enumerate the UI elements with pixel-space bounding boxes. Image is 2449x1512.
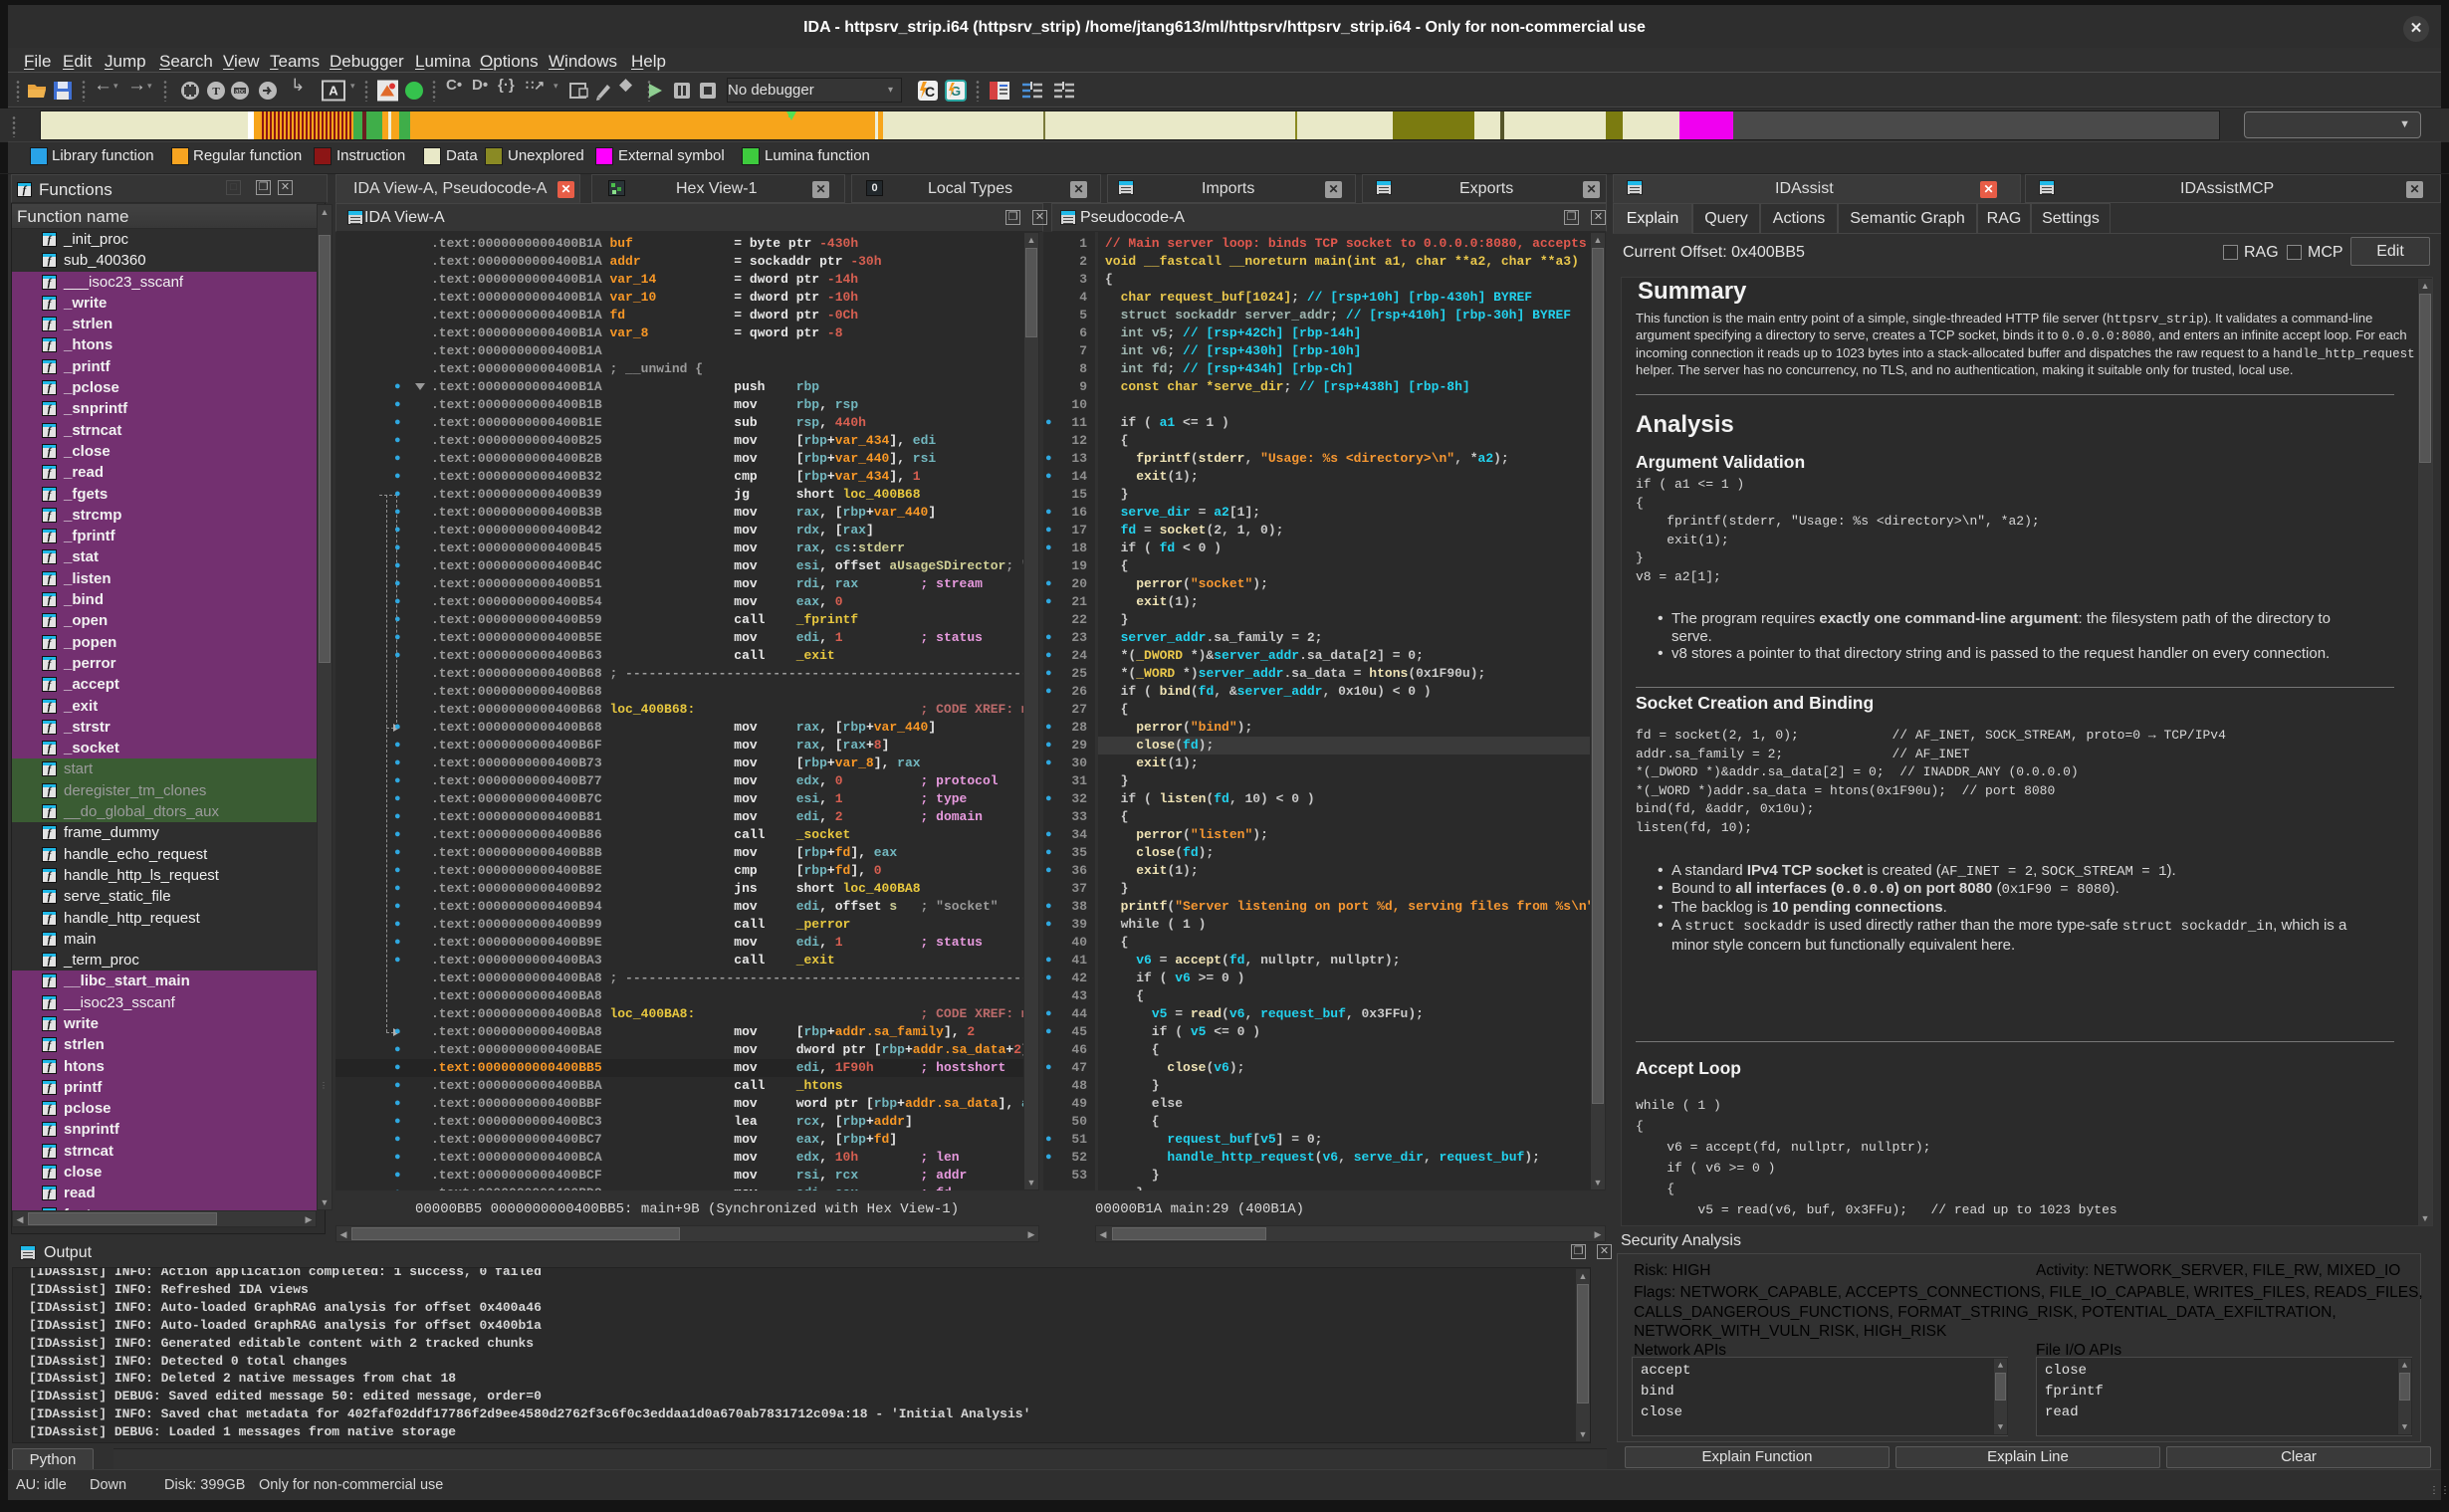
svg-text:C: C bbox=[925, 84, 935, 100]
svg-text:T: T bbox=[212, 86, 220, 98]
svg-text:abc: abc bbox=[235, 90, 245, 96]
svg-text:A: A bbox=[329, 84, 338, 99]
